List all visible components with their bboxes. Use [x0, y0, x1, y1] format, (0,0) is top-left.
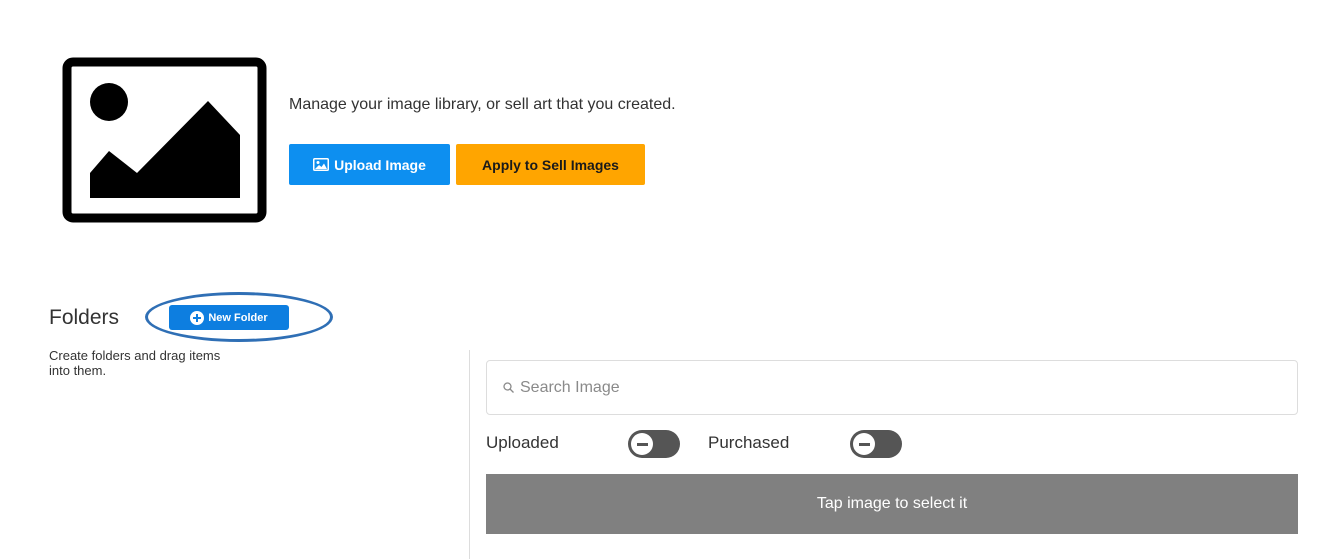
column-divider	[469, 350, 470, 559]
folders-heading: Folders	[49, 306, 120, 329]
apply-to-sell-button[interactable]: Apply to Sell Images	[456, 144, 645, 185]
search-field[interactable]	[486, 360, 1298, 415]
purchased-toggle[interactable]	[850, 430, 902, 458]
page-tagline: Manage your image library, or sell art t…	[289, 96, 676, 113]
image-placeholder-icon	[62, 57, 267, 223]
upload-image-button[interactable]: Upload Image	[289, 144, 450, 185]
minus-icon	[631, 433, 653, 455]
apply-to-sell-label: Apply to Sell Images	[482, 156, 619, 173]
new-folder-label: New Folder	[208, 311, 268, 324]
upload-image-label: Upload Image	[334, 156, 426, 173]
select-hint-text: Tap image to select it	[816, 495, 968, 512]
select-hint-banner: Tap image to select it	[486, 474, 1298, 534]
image-upload-icon	[313, 158, 330, 171]
uploaded-label: Uploaded	[486, 433, 559, 452]
folders-description: Create folders and drag items into them.	[49, 348, 221, 378]
new-folder-button[interactable]: New Folder	[169, 305, 289, 330]
search-icon	[503, 382, 514, 393]
minus-icon	[853, 433, 875, 455]
uploaded-toggle[interactable]	[628, 430, 680, 458]
plus-circle-icon	[190, 310, 205, 325]
search-input[interactable]	[520, 378, 1260, 397]
purchased-label: Purchased	[708, 433, 790, 452]
